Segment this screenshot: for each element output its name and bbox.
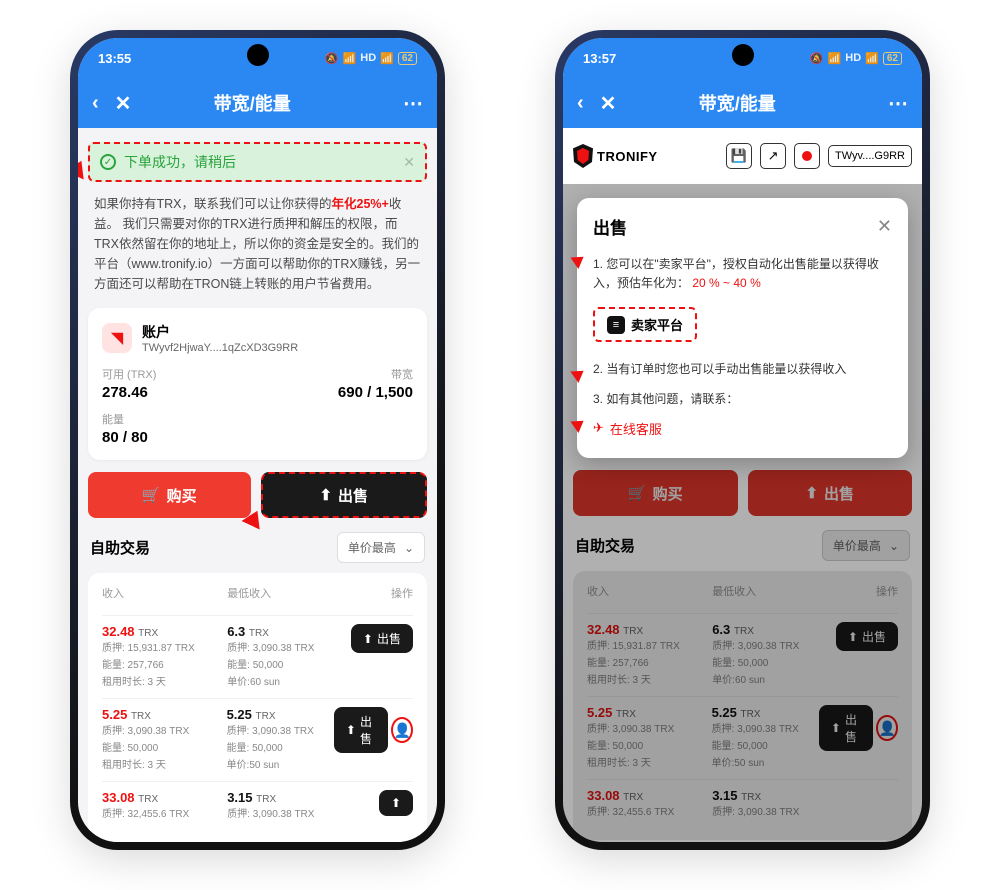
nav-bar: ‹ ✕ 带宽/能量 ⋯ [563,78,922,128]
mute-icon: 🔕 [810,52,824,65]
hd-icon: HD [845,52,861,64]
share-icon[interactable]: ↗ [760,143,786,169]
more-icon[interactable]: ⋯ [403,91,423,116]
account-card: ◥ 账户 TWyvf2HjwaY....1qZcXD3G9RR 可用 (TRX)… [88,308,427,460]
table-row: 33.08 TRX 质押: 32,455.6 TRX 3.15 TRX 质押: … [102,781,413,830]
cart-icon: 🛒 [142,486,161,504]
brand-logo: TRONIFY [573,144,658,168]
save-icon[interactable]: 💾 [726,143,752,169]
energy-label: 能量 [102,411,148,427]
page-title: 带宽/能量 [147,90,357,116]
screen-right: 13:57 🔕 📶 HD 📶 62 ‹ ✕ 带宽/能量 ⋯ TRONIFY 💾 … [563,38,922,842]
col-income: 收入 [102,585,223,601]
status-bar: 13:55 🔕 📶 HD 📶 62 [78,38,437,78]
signal2-icon: 📶 [865,52,879,65]
page-title: 带宽/能量 [632,90,842,116]
status-time: 13:57 [583,51,616,66]
account-address: TWyvf2HjwaY....1qZcXD3G9RR [142,342,298,354]
battery-badge: 62 [398,52,417,65]
row-sell-button[interactable]: ⬆ [379,790,413,816]
status-bar: 13:57 🔕 📶 HD 📶 62 [563,38,922,78]
upload-icon: ⬆ [319,486,332,504]
signal-icon: 📶 [343,52,357,65]
nav-bar: ‹ ✕ 带宽/能量 ⋯ [78,78,437,128]
check-circle-icon: ✓ [100,154,116,170]
customer-service-link[interactable]: ✈ 在线客服 [593,419,892,438]
orders-list: 收入 最低收入 操作 32.48 TRX 质押: 15,931.87 TRX 能… [88,573,427,842]
success-toast: ✓ 下单成功，请稍后 ✕ [88,142,427,182]
account-icon: ◥ [102,323,132,353]
record-icon[interactable] [794,143,820,169]
brand-strip: TRONIFY 💾 ↗ TWyv....G9RR [563,128,922,184]
hd-icon: HD [360,52,376,64]
shield-icon [573,144,593,168]
buy-button[interactable]: 🛒 购买 [88,472,251,518]
phone-frame-left: 13:55 🔕 📶 HD 📶 62 ‹ ✕ 带宽/能量 ⋯ ✓ 下单成功，请稍后… [70,30,445,850]
modal-step1: 1. 您可以在"卖家平台"，授权自动化出售能量以获得收入，预估年化为： 20 %… [593,255,892,293]
seller-platform-button[interactable]: ≡ 卖家平台 [593,307,697,342]
sell-modal: 出售 ✕ 1. 您可以在"卖家平台"，授权自动化出售能量以获得收入，预估年化为：… [577,198,908,458]
toast-close-icon[interactable]: ✕ [403,154,415,171]
back-icon[interactable]: ‹ [92,92,99,115]
energy-value: 80 / 80 [102,429,148,446]
trading-title: 自助交易 [90,537,150,558]
bandwidth-value: 690 / 1,500 [338,384,413,401]
content-area: ✓ 下单成功，请稍后 ✕ 如果你持有TRX，联系我们可以让你获得的年化25%+收… [78,128,437,842]
sell-button[interactable]: ⬆ 出售 [261,472,428,518]
row-sell-button[interactable]: ⬆ 出售 [351,624,413,653]
upload-icon: ⬆ [391,796,401,810]
bandwidth-label: 带宽 [338,366,413,382]
close-icon[interactable]: ✕ [600,91,617,116]
modal-title: 出售 [593,214,627,239]
upload-icon: ⬆ [363,632,373,646]
available-label: 可用 (TRX) [102,366,156,382]
table-row: 32.48 TRX 质押: 15,931.87 TRX 能量: 257,766 … [102,615,413,698]
modal-step3: 3. 如有其他问题，请联系： [593,390,892,409]
promo-text: 如果你持有TRX，联系我们可以让你获得的年化25%+收益。 我们只需要对你的TR… [94,194,421,294]
col-min: 最低收入 [227,585,331,601]
battery-badge: 62 [883,52,902,65]
col-op: 操作 [335,585,413,601]
address-chip[interactable]: TWyv....G9RR [828,145,912,167]
row-sell-button[interactable]: ⬆ 出售 [334,707,388,753]
toast-text: 下单成功，请稍后 [124,152,236,172]
modal-close-icon[interactable]: ✕ [877,216,892,237]
support-avatar-icon[interactable]: 👤 [391,717,413,743]
screen-left: 13:55 🔕 📶 HD 📶 62 ‹ ✕ 带宽/能量 ⋯ ✓ 下单成功，请稍后… [78,38,437,842]
back-icon[interactable]: ‹ [577,92,584,115]
status-time: 13:55 [98,51,131,66]
signal2-icon: 📶 [380,52,394,65]
sort-select[interactable]: 单价最高 ⌄ [337,532,425,563]
available-value: 278.46 [102,384,156,401]
close-icon[interactable]: ✕ [115,91,132,116]
chevron-down-icon: ⌄ [404,541,414,555]
modal-step2: 2. 当有订单时您也可以手动出售能量以获得收入 [593,360,892,379]
phone-frame-right: 13:57 🔕 📶 HD 📶 62 ‹ ✕ 带宽/能量 ⋯ TRONIFY 💾 … [555,30,930,850]
store-icon: ≡ [607,316,625,334]
account-title: 账户 [142,322,298,342]
telegram-icon: ✈ [593,420,604,436]
signal-icon: 📶 [828,52,842,65]
upload-icon: ⬆ [346,723,356,737]
more-icon[interactable]: ⋯ [888,91,908,116]
mute-icon: 🔕 [325,52,339,65]
table-row: 5.25 TRX 质押: 3,090.38 TRX 能量: 50,000 租用时… [102,698,413,781]
